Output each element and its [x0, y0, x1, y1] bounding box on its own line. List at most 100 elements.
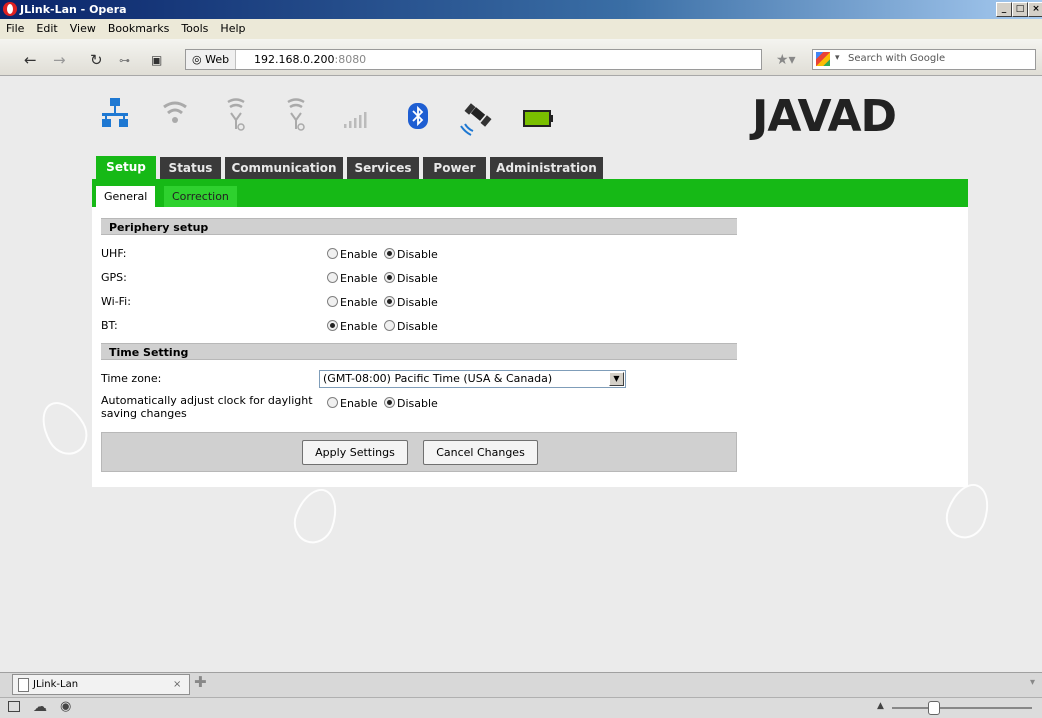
gps-disable-radio[interactable]: [383, 272, 395, 283]
browser-tab[interactable]: JLink-Lan ×: [12, 674, 190, 695]
antenna-2-icon: [287, 98, 305, 131]
tab-services[interactable]: Services: [347, 157, 419, 179]
gps-disable-label[interactable]: Disable: [397, 272, 438, 285]
page-icon: [18, 678, 29, 692]
window-title-bar: JLink-Lan - Opera _ □ ×: [0, 0, 1042, 19]
bluetooth-icon: [408, 103, 428, 129]
tab-setup[interactable]: Setup: [96, 156, 156, 180]
zoom-up-icon[interactable]: ▲: [877, 701, 884, 711]
status-bar: ☁ ◉ ▲: [0, 697, 1042, 718]
gps-radio-group: Enable Disable: [327, 272, 438, 285]
network-icon: [102, 98, 128, 127]
dst-enable-radio[interactable]: [327, 397, 338, 408]
zoom-slider-thumb[interactable]: [928, 701, 940, 715]
wifi-enable-label[interactable]: Enable: [340, 296, 377, 309]
close-tab-icon[interactable]: ×: [173, 675, 181, 694]
bt-radio-group: Enable Disable: [327, 320, 438, 333]
uhf-disable-radio[interactable]: [383, 248, 395, 259]
web-security-chip[interactable]: ◎ Web: [186, 50, 237, 69]
url-host: 192.168.0.200: [254, 53, 335, 66]
maximize-icon[interactable]: □: [1012, 2, 1028, 17]
tab-list-icon[interactable]: ▾: [1030, 677, 1035, 688]
satellite-icon: [460, 103, 492, 136]
gps-enable-label[interactable]: Enable: [340, 272, 377, 285]
tab-power[interactable]: Power: [423, 157, 486, 179]
window-title: JLink-Lan - Opera: [20, 3, 127, 16]
url-port: :8080: [334, 53, 367, 66]
google-icon: [816, 52, 830, 66]
key-icon[interactable]: ⊶: [119, 54, 130, 67]
dst-disable-radio[interactable]: [383, 397, 395, 408]
menu-bookmarks[interactable]: Bookmarks: [102, 19, 175, 35]
bt-enable-label[interactable]: Enable: [340, 320, 377, 333]
search-placeholder: Search with Google: [848, 53, 946, 64]
dst-label: Automatically adjust clock for daylight …: [101, 394, 313, 420]
time-zone-select[interactable]: (GMT-08:00) Pacific Time (USA & Canada) …: [319, 370, 626, 388]
dst-enable-label[interactable]: Enable: [340, 397, 377, 410]
uhf-disable-label[interactable]: Disable: [397, 248, 438, 261]
url-text: 192.168.0.200:8080: [254, 53, 366, 66]
tab-communication[interactable]: Communication: [225, 157, 343, 179]
wifi-label: Wi-Fi:: [101, 295, 131, 308]
zoom-slider-track[interactable]: [892, 707, 1032, 709]
signal-bars-icon: [344, 112, 367, 128]
back-icon[interactable]: ←: [24, 51, 37, 69]
reload-icon[interactable]: ↻: [90, 51, 103, 69]
menu-help[interactable]: Help: [214, 19, 251, 35]
wifi-radio-group: Enable Disable: [327, 296, 438, 309]
tab-administration[interactable]: Administration: [490, 157, 603, 179]
wifi-icon: [163, 101, 187, 123]
javad-logo: JAVAD: [752, 91, 897, 142]
forward-icon[interactable]: →: [53, 51, 66, 69]
uhf-enable-radio[interactable]: [327, 248, 338, 259]
new-tab-icon[interactable]: ✚: [194, 673, 207, 691]
menu-tools[interactable]: Tools: [175, 19, 214, 35]
time-zone-label: Time zone:: [101, 372, 162, 385]
cloud-icon[interactable]: ☁: [33, 699, 47, 715]
wifi-enable-radio[interactable]: [327, 296, 338, 307]
tab-status[interactable]: Status: [160, 157, 221, 179]
antenna-icon: [227, 98, 245, 131]
time-zone-value: (GMT-08:00) Pacific Time (USA & Canada): [323, 372, 553, 385]
bt-disable-radio[interactable]: [383, 320, 395, 331]
close-icon[interactable]: ×: [1028, 2, 1042, 17]
section-periphery-setup: Periphery setup: [101, 218, 737, 235]
gps-label: GPS:: [101, 271, 127, 284]
bt-enable-radio[interactable]: [327, 320, 338, 331]
gps-enable-radio[interactable]: [327, 272, 338, 283]
browser-tab-label: JLink-Lan: [33, 679, 79, 690]
menu-edit[interactable]: Edit: [30, 19, 63, 35]
globe-icon: ◎: [192, 53, 206, 66]
menu-bar: File Edit View Bookmarks Tools Help: [0, 19, 1042, 39]
wifi-disable-label[interactable]: Disable: [397, 296, 438, 309]
image-icon[interactable]: ▣: [151, 53, 162, 67]
apply-settings-button[interactable]: Apply Settings: [302, 440, 408, 465]
bookmark-star-icon[interactable]: ★▾: [776, 52, 796, 68]
dst-label-line1: Automatically adjust clock for daylight: [101, 394, 313, 407]
cancel-changes-button[interactable]: Cancel Changes: [423, 440, 538, 465]
dst-label-line2: saving changes: [101, 407, 187, 420]
subtab-general[interactable]: General: [96, 186, 156, 207]
search-engine-dropdown-icon[interactable]: ▾: [835, 53, 840, 63]
wifi-disable-radio[interactable]: [383, 296, 395, 307]
menu-file[interactable]: File: [0, 19, 30, 35]
uhf-enable-label[interactable]: Enable: [340, 248, 377, 261]
bt-disable-label[interactable]: Disable: [397, 320, 438, 333]
panel-toggle-icon[interactable]: [8, 701, 20, 712]
bt-label: BT:: [101, 319, 118, 332]
web-chip-label: Web: [205, 53, 230, 66]
uhf-radio-group: Enable Disable: [327, 248, 438, 261]
dst-disable-label[interactable]: Disable: [397, 397, 438, 410]
section-time-setting: Time Setting: [101, 343, 737, 360]
speed-dial-icon[interactable]: ◉: [60, 699, 71, 714]
uhf-label: UHF:: [101, 247, 127, 260]
subtab-correction[interactable]: Correction: [164, 186, 237, 207]
address-field[interactable]: ◎ Web 192.168.0.200:8080: [185, 49, 762, 70]
menu-view[interactable]: View: [64, 19, 102, 35]
search-field[interactable]: ▾ Search with Google: [812, 49, 1036, 70]
battery-icon: [523, 110, 553, 127]
button-area: [101, 432, 737, 472]
chevron-down-icon[interactable]: ▼: [609, 372, 624, 386]
logo-text: JAVAD: [752, 91, 897, 142]
minimize-icon[interactable]: _: [996, 2, 1012, 17]
